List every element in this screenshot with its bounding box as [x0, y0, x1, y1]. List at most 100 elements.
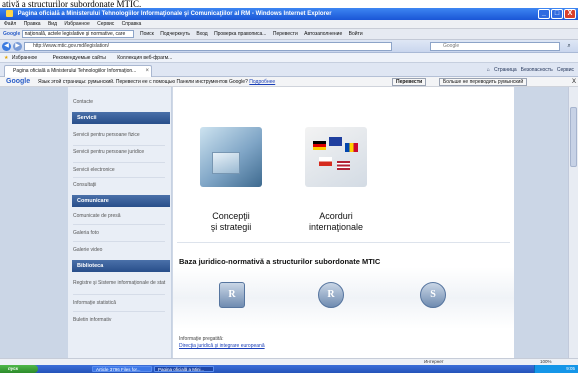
flag-icon [313, 141, 326, 150]
fav-web-slice[interactable]: Коллекция веб-фрагм... [117, 55, 172, 61]
google-search-input[interactable]: naţională, actele legislative şi normati… [21, 29, 134, 38]
institution-logo[interactable]: R [318, 282, 344, 308]
window-title: Pagina oficială a Ministerului Tehnologi… [17, 11, 332, 17]
clock: 9:05 [534, 365, 578, 373]
cube-icon [212, 152, 240, 174]
sidebar-item-statistica[interactable]: Informaţie statistică [73, 300, 168, 306]
flag-icon [337, 161, 350, 170]
sidebar-section-servicii[interactable]: Servicii [72, 112, 170, 124]
gt-spellcheck-button[interactable]: Проверка правописа... [214, 31, 266, 37]
agreements-link[interactable]: Acorduri internaţionale [291, 211, 381, 233]
institution-logo[interactable]: R [219, 282, 245, 308]
safety-menu[interactable]: Безопасность [521, 67, 553, 73]
sidebar-item-comunicate[interactable]: Comunicate de presă [73, 213, 168, 219]
close-button[interactable]: X [564, 9, 576, 19]
menu-view[interactable]: Вид [48, 21, 57, 27]
search-input[interactable]: Google [430, 42, 560, 51]
divider [73, 177, 165, 178]
back-button[interactable]: ◀ [2, 42, 11, 51]
concepts-tile-image[interactable] [200, 127, 262, 187]
institution-logo[interactable]: S [420, 282, 446, 308]
divider [73, 162, 165, 163]
flag-icon [329, 137, 342, 146]
menu-favorites[interactable]: Избранное [64, 21, 89, 27]
concepts-label-line2: şi strategii [210, 222, 252, 232]
page-content: Contacte Servicii Servicii pentru persoa… [0, 87, 578, 358]
translate-text: Язык этой страницы: румынский. Перевести… [38, 79, 248, 85]
main-content: Concepţii şi strategii Acorduri internaţ… [173, 87, 514, 358]
start-button[interactable]: пуск [0, 365, 38, 373]
scrollbar[interactable] [568, 87, 578, 358]
concepts-link[interactable]: Concepţii şi strategii [186, 211, 276, 233]
sidebar-item-buletin[interactable]: Buletin informativ [73, 317, 168, 323]
star-icon[interactable]: ★ [4, 55, 8, 61]
sidebar-item-galeria-foto[interactable]: Galeria foto [73, 230, 168, 236]
taskbar-item[interactable]: Article 3796 Files for... [92, 366, 152, 372]
page-menu[interactable]: Страница [494, 67, 517, 73]
sidebar-item-consultatii[interactable]: Consultaţii [73, 182, 168, 188]
status-bar: Интернет 100% [0, 358, 578, 365]
translate-close-button[interactable]: X [572, 77, 576, 87]
tab-row: Pagina oficială a Ministerului Tehnologi… [0, 63, 578, 77]
gt-login-button[interactable]: Войти [349, 31, 363, 37]
flag-icon [319, 157, 332, 166]
address-bar: ◀ ▶ http://www.mtic.gov.md/legislation/ … [0, 40, 578, 53]
fav-suggested-sites[interactable]: Рекомендуемые сайты [53, 55, 106, 61]
section-heading: Baza juridico-normativă a structurilor s… [179, 257, 381, 266]
favorites-label[interactable]: Избранное [12, 55, 37, 61]
gt-autofill-button[interactable]: Автозаполнение [304, 31, 342, 37]
sidebar-item-galerie-video[interactable]: Galerie video [73, 247, 168, 253]
tools-menu[interactable]: Сервис [557, 67, 574, 73]
sidebar-section-biblioteca[interactable]: Biblioteca [72, 260, 170, 272]
page-left-margin [0, 87, 68, 358]
google-logo: Google [6, 78, 31, 85]
favorites-bar: ★ Избранное Рекомендуемые сайты Коллекци… [0, 53, 578, 63]
google-toolbar-label: Google [3, 31, 21, 37]
agreements-tile-image[interactable] [305, 127, 367, 187]
menu-edit[interactable]: Правка [24, 21, 41, 27]
translate-button[interactable]: Перевести [392, 78, 427, 86]
sidebar: Contacte Servicii Servicii pentru persoa… [68, 87, 172, 358]
sidebar-section-comunicare[interactable]: Comunicare [72, 195, 170, 207]
gt-highlight-button[interactable]: Подчеркнуть [160, 31, 190, 37]
divider [73, 224, 165, 225]
agreements-label-line2: internaţionale [308, 222, 364, 232]
sidebar-item-registre[interactable]: Registre şi Sisteme informaţionale de st… [73, 280, 168, 286]
sidebar-item-servicii-electronice[interactable]: Servicii electronice [73, 167, 168, 173]
menu-tools[interactable]: Сервис [97, 21, 114, 27]
scrollbar-thumb[interactable] [570, 107, 577, 167]
divider [73, 241, 165, 242]
gt-search-button[interactable]: Поиск [140, 31, 154, 37]
menu-help[interactable]: Справка [122, 21, 142, 27]
content-divider [177, 242, 510, 243]
sidebar-item-servicii-fizice[interactable]: Servicii pentru persoane fizice [73, 132, 168, 138]
gt-translate-button[interactable]: Перевести [273, 31, 298, 37]
home-icon[interactable]: ⌂ [487, 67, 490, 73]
divider [73, 145, 165, 146]
more-info-link[interactable]: Подробнее [249, 79, 275, 85]
gt-signin-button[interactable]: Вход [196, 31, 207, 37]
tab-title: Pagina oficială a Ministerului Tehnologi… [13, 68, 137, 74]
search-icon[interactable]: ⌕ [564, 42, 574, 51]
ie-icon [6, 9, 13, 17]
taskbar: пуск Article 3796 Files for... Pagina of… [0, 365, 578, 373]
menu-file[interactable]: Файл [4, 21, 16, 27]
info-label: Informaţie pregatită: [179, 336, 224, 342]
url-input[interactable]: http://www.mtic.gov.md/legislation/ [24, 42, 392, 51]
menu-bar: Файл Правка Вид Избранное Сервис Справка [0, 20, 578, 29]
sidebar-item-contacte[interactable]: Contacte [73, 99, 168, 105]
taskbar-item-active[interactable]: Pagina oficială a Mini... [154, 366, 214, 372]
close-icon[interactable]: × [145, 66, 149, 77]
translate-bar: Google Язык этой страницы: румынский. Пе… [0, 77, 578, 87]
divider [73, 311, 165, 312]
info-department-link[interactable]: Direcţia juridică şi integrare europeană [179, 343, 265, 349]
never-translate-button[interactable]: Больше не переводить румынский [439, 78, 528, 86]
google-toolbar: Google naţională, actele legislative şi … [0, 29, 578, 40]
window-titlebar: Pagina oficială a Ministerului Tehnologi… [0, 8, 578, 20]
flag-icon [345, 143, 358, 152]
maximize-button[interactable]: □ [551, 9, 563, 19]
tab-active[interactable]: Pagina oficială a Ministerului Tehnologi… [4, 65, 152, 77]
sidebar-item-servicii-juridice[interactable]: Servicii pentru persoane juridice [73, 149, 168, 155]
minimize-button[interactable]: _ [538, 9, 550, 19]
forward-button[interactable]: ▶ [13, 42, 22, 51]
